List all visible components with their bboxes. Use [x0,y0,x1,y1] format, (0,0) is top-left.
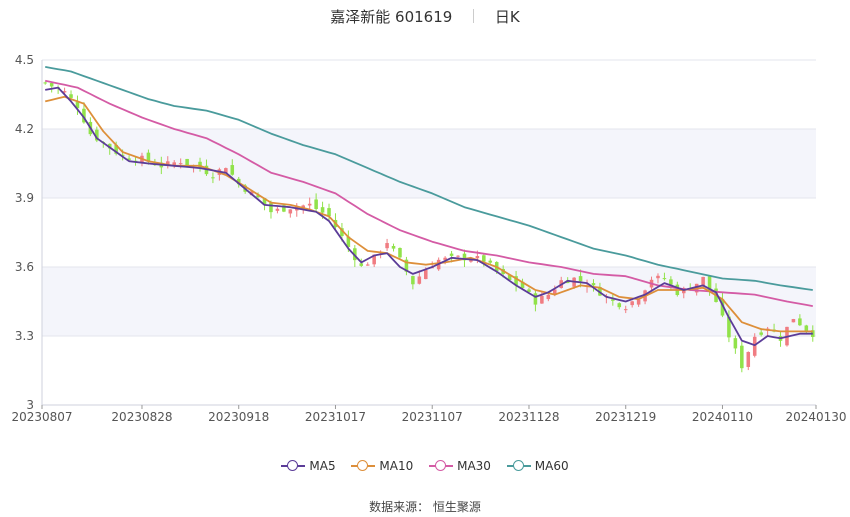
data-source: 数据来源： 恒生聚源 [0,498,850,515]
candle-body [546,294,551,300]
candle-body [230,165,235,175]
candle-body [424,269,428,280]
y-tick-label: 3.9 [15,191,34,205]
legend-ma5-label: MA5 [309,459,336,473]
x-tick-label: 20231107 [402,410,463,424]
source-name: 恒生聚源 [432,500,481,514]
candle-body [211,177,215,179]
candle-body [43,82,47,84]
candle-body [591,283,596,286]
candle-body [275,208,280,211]
candle-body [269,202,273,213]
x-tick-label: 20230828 [111,410,172,424]
x-tick-label: 20230918 [208,410,269,424]
candle-body [320,207,325,213]
candle-body [327,208,331,217]
candle-body [449,253,454,256]
candle-body [49,83,54,87]
y-tick-label: 4.2 [15,122,34,136]
candle-body [482,255,486,262]
x-tick-label: 20231219 [595,410,656,424]
candle-body [307,203,312,206]
y-tick-label: 4.5 [15,53,34,67]
ma30-marker-icon [429,460,454,472]
candle-body [701,276,705,286]
candle-body [630,301,634,306]
legend-ma60[interactable]: MA60 [506,459,569,473]
candle-body [417,276,422,284]
candle-body [411,276,415,285]
candle-body [456,255,460,257]
candlestick-chart: 4.54.23.93.63.3320230807 20230828 20230918… [11,53,846,424]
candle-body [475,256,480,259]
source-label: 数据来源： [369,500,430,514]
candle-body [662,278,667,280]
y-tick-label: 3.3 [15,329,34,343]
candle-body [365,264,370,266]
candle-body [636,299,641,305]
candle-body [185,158,189,166]
legend-ma5[interactable]: MA5 [281,459,336,473]
candle-body [540,295,544,304]
ma60-marker-icon [506,460,531,472]
candle-body [385,243,389,249]
candle-body [391,246,396,249]
x-tick-label: 20230807 [11,410,72,424]
chart-legend: MA5 MA10 MA30 MA60 [0,459,850,475]
candle-body [740,345,744,369]
legend-ma10[interactable]: MA10 [351,459,413,473]
candle-body [617,303,622,308]
candle-body [798,318,802,326]
candle-body [288,209,293,214]
candle-body [669,279,673,285]
grid-band [42,267,816,336]
candle-body [359,263,364,266]
legend-ma10-label: MA10 [379,459,414,473]
candle-body [578,276,583,282]
x-tick-label: 20240130 [785,410,846,424]
ma10-marker-icon [351,460,376,472]
candle-body [752,336,757,356]
candle-body [791,319,796,323]
candle-body [656,275,660,279]
x-tick-label: 20231128 [498,410,559,424]
candle-body [178,163,183,165]
x-tick-label: 20231017 [305,410,366,424]
candle-body [533,293,538,305]
candle-body [804,325,809,331]
ma5-marker-icon [281,460,306,472]
candle-body [398,247,402,258]
candle-body [69,94,73,98]
candle-body [623,309,628,311]
y-tick-label: 3.6 [15,260,34,274]
legend-ma30[interactable]: MA30 [429,459,491,473]
legend-ma30-label: MA30 [457,459,491,473]
candle-body [746,352,751,367]
candle-body [314,199,318,210]
candle-body [488,260,493,263]
legend-ma60-label: MA60 [534,459,569,473]
x-tick-label: 20240110 [692,410,753,424]
candle-body [759,332,763,335]
candle-body [733,338,738,349]
